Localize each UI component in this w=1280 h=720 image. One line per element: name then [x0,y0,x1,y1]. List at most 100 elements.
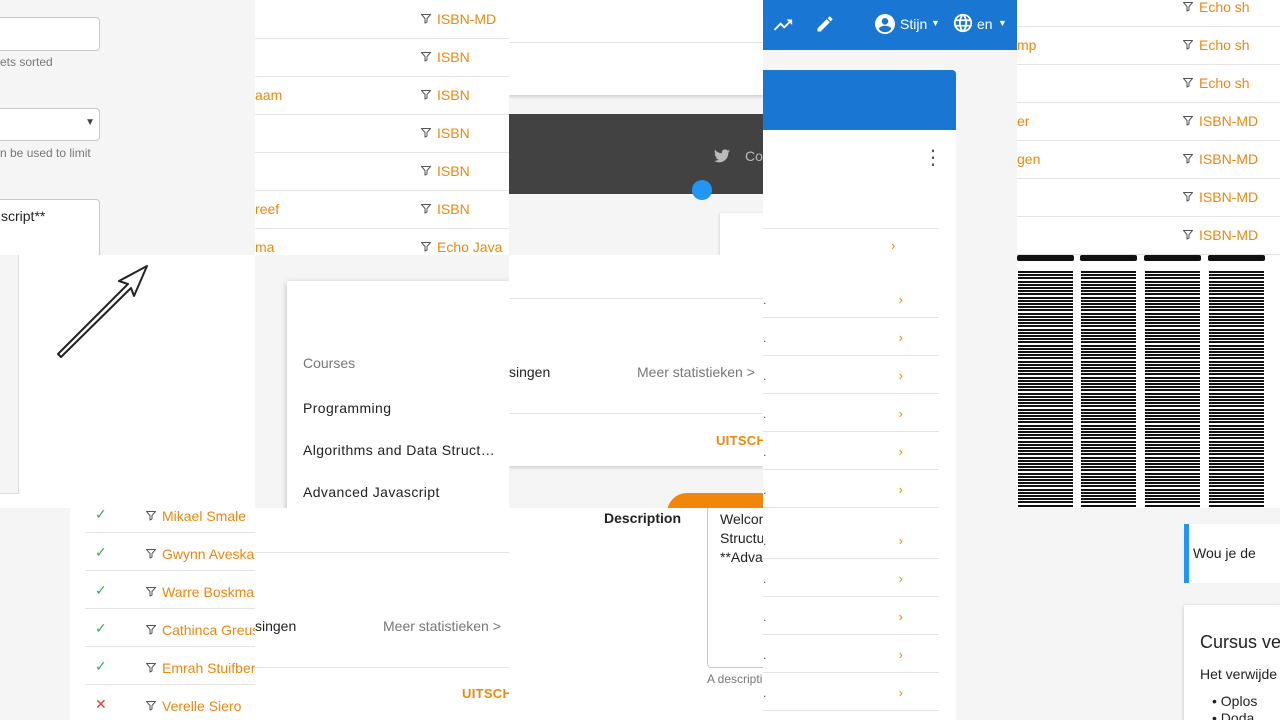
filter-icon[interactable] [420,50,432,63]
page-thumbnail[interactable] [1144,255,1201,508]
submission-row[interactable]: aam ISBN [255,76,509,115]
student-name[interactable]: Cathinca Greus [162,622,255,638]
submission-row[interactable]: ma Echo Java [255,228,509,255]
chevron-right-icon[interactable]: › [899,444,903,459]
filter-icon[interactable] [145,509,157,522]
unsubscribe-button[interactable]: UITSCH [716,433,763,448]
edit-icon[interactable] [815,14,835,34]
filter-icon[interactable] [420,240,432,253]
submission-row[interactable]: ISBN-MD [1017,216,1280,255]
exercise-tag[interactable]: ISBN-MD [437,11,496,27]
list-row[interactable]: ›. [763,318,939,356]
twitter-icon[interactable] [714,149,730,163]
footer-link[interactable]: Co [745,148,763,164]
chevron-right-icon[interactable]: › [899,647,903,662]
fab-button[interactable] [667,493,763,508]
filter-icon[interactable] [420,12,432,25]
list-row[interactable]: ›. [763,394,939,432]
menu-item-advanced-js[interactable]: Advanced Javascript [303,484,440,500]
student-row[interactable]: ✕ Verelle Siero [85,684,255,720]
list-row[interactable]: ›. [763,356,939,394]
page-thumbnail[interactable] [1208,255,1265,508]
list-row[interactable]: ›. [763,559,939,597]
student-row[interactable]: ✓ Emrah Stuifber [85,646,255,685]
trending-icon[interactable] [772,14,794,36]
list-row[interactable]: ›. [763,521,939,559]
student-row[interactable]: ✓ Warre Boskma [85,570,255,609]
filter-icon[interactable] [420,202,432,215]
student-name[interactable]: Emrah Stuifber [162,660,255,676]
submission-row[interactable]: er ISBN-MD [1017,102,1280,141]
exercise-tag[interactable]: ISBN-MD [1199,151,1258,167]
chevron-right-icon[interactable]: › [891,238,895,253]
filter-icon[interactable] [1182,152,1194,165]
menu-item-programming[interactable]: Programming [303,400,391,416]
exercise-tag[interactable]: ISBN-MD [1199,227,1258,243]
student-row[interactable]: ✓ Mikael Smale [85,508,255,533]
filter-icon[interactable] [145,585,157,598]
account-icon[interactable] [873,12,897,36]
exercise-tag[interactable]: ISBN [437,163,470,179]
student-name[interactable]: gen [1017,151,1040,167]
chevron-right-icon[interactable]: › [899,368,903,383]
submission-row[interactable]: ISBN [255,38,509,77]
more-stats-link[interactable]: Meer statistieken > [383,618,501,634]
exercise-tag[interactable]: ISBN [437,201,470,217]
exercise-tag[interactable]: ISBN-MD [1199,189,1258,205]
form-textarea[interactable]: script** [0,199,100,255]
globe-icon[interactable] [952,12,974,34]
exercise-tag[interactable]: Echo Java [437,239,502,255]
submission-row[interactable]: Echo sh [1017,64,1280,103]
filter-icon[interactable] [1182,190,1194,203]
language-label[interactable]: en [977,16,993,32]
unsubscribe-button[interactable]: UITSCH [462,686,509,701]
list-row[interactable]: ›. [763,470,939,508]
exercise-tag[interactable]: Echo sh [1199,75,1250,91]
submission-row[interactable]: ISBN-MD [255,0,509,39]
filter-icon[interactable] [420,126,432,139]
filter-icon[interactable] [145,699,157,712]
chevron-right-icon[interactable]: › [899,292,903,307]
filter-icon[interactable] [1182,228,1194,241]
form-input[interactable] [0,17,100,51]
student-name[interactable]: reef [255,201,279,217]
list-row[interactable]: ›. [763,597,939,635]
student-name[interactable]: mp [1017,37,1036,53]
chevron-right-icon[interactable]: › [899,406,903,421]
submission-row[interactable]: ISBN [255,114,509,153]
exercise-tag[interactable]: Echo sh [1199,0,1250,15]
menu-item-algorithms[interactable]: Algorithms and Data Structures [303,442,499,458]
filter-icon[interactable] [420,164,432,177]
exercise-tag[interactable]: ISBN [437,125,470,141]
user-name[interactable]: Stijn [900,16,927,32]
submission-row[interactable]: reef ISBN [255,190,509,229]
filter-icon[interactable] [420,88,432,101]
chevron-right-icon[interactable]: › [899,609,903,624]
form-select[interactable]: ▼ [0,108,100,141]
filter-icon[interactable] [145,547,157,560]
exercise-tag[interactable]: Echo sh [1199,37,1250,53]
filter-icon[interactable] [145,661,157,674]
list-row[interactable]: ›. [763,673,939,711]
submission-row[interactable]: ISBN-MD [1017,178,1280,217]
submission-row[interactable]: Echo sh [1017,0,1280,27]
student-name[interactable]: Verelle Siero [162,698,241,714]
filter-icon[interactable] [1182,38,1194,51]
description-textarea[interactable]: Welcom Structu **Adva [707,508,763,668]
student-name[interactable]: er [1017,113,1029,129]
student-name[interactable]: ma [255,239,274,255]
filter-icon[interactable] [1182,0,1194,13]
list-row[interactable]: ›. [763,432,939,470]
exercise-tag[interactable]: ISBN [437,49,470,65]
submission-row[interactable]: mp Echo sh [1017,26,1280,65]
list-row[interactable]: ›. [763,635,939,673]
filter-icon[interactable] [145,623,157,636]
page-thumbnail[interactable] [1080,255,1137,508]
student-name[interactable]: Warre Boskma [162,584,254,600]
chevron-right-icon[interactable]: › [899,330,903,345]
filter-icon[interactable] [1182,76,1194,89]
chevron-right-icon[interactable]: › [899,571,903,586]
more-stats-link[interactable]: Meer statistieken > [637,364,755,380]
chevron-right-icon[interactable]: › [899,533,903,548]
student-name[interactable]: Gwynn Aveska [162,546,254,562]
